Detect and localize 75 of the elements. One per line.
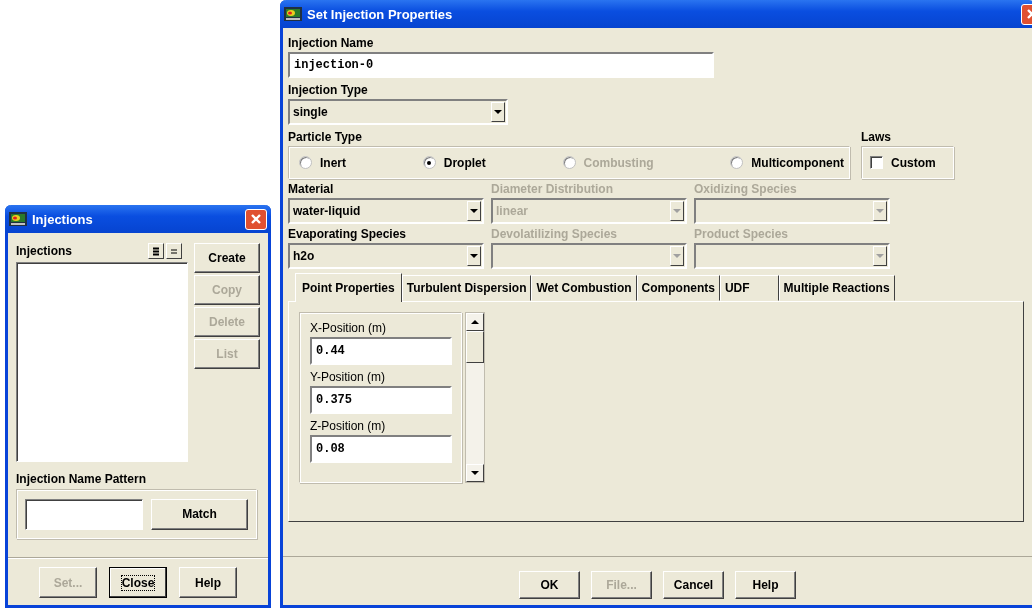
position-input[interactable]: 0.44 xyxy=(310,337,452,365)
dropdown-arrow-button[interactable] xyxy=(670,246,684,266)
dropdown[interactable] xyxy=(694,198,890,224)
tab[interactable]: Components xyxy=(636,275,720,301)
select-all-icon[interactable] xyxy=(148,243,164,259)
caret-icon xyxy=(470,209,478,213)
dropdown-arrow-button[interactable] xyxy=(491,102,505,122)
window-title: Injections xyxy=(32,211,94,227)
field-label: Injection Type xyxy=(288,83,369,97)
field-label: Z-Position (m) xyxy=(310,419,387,433)
radio-option[interactable]: Inert xyxy=(299,155,346,170)
tab[interactable]: Point Properties xyxy=(295,273,402,302)
pattern-input[interactable] xyxy=(25,498,143,530)
position-input[interactable]: 0.08 xyxy=(310,435,452,463)
dropdown[interactable]: water-liquid xyxy=(288,198,484,224)
tab[interactable]: Multiple Reactions xyxy=(778,275,895,301)
match-button[interactable]: Match xyxy=(151,498,248,530)
tab[interactable]: UDF xyxy=(719,275,779,301)
app-icon xyxy=(284,7,302,21)
dropdown-arrow-button[interactable] xyxy=(467,201,481,221)
dropdown[interactable] xyxy=(694,243,890,269)
field-label: Diameter Distribution xyxy=(491,182,614,196)
field-label: X-Position (m) xyxy=(310,321,387,335)
radio-icon[interactable] xyxy=(730,156,744,169)
tab[interactable]: Wet Combustion xyxy=(531,275,637,301)
deselect-all-icon[interactable] xyxy=(166,243,182,259)
dropdown-arrow-button[interactable] xyxy=(873,246,887,266)
custom-checkbox[interactable]: Custom xyxy=(870,155,936,170)
close-button[interactable]: Close xyxy=(109,567,167,598)
field-label: Devolatilizing Species xyxy=(491,227,619,241)
help-button[interactable]: Help xyxy=(735,571,796,599)
dropdown-arrow-button[interactable] xyxy=(873,201,887,221)
app-icon xyxy=(9,212,27,226)
caret-icon xyxy=(494,110,502,114)
help-button[interactable]: Help xyxy=(179,567,237,598)
field-label: Oxidizing Species xyxy=(694,182,798,196)
injection-name-input[interactable]: injection-0 xyxy=(288,52,714,78)
field-label: Y-Position (m) xyxy=(310,370,386,384)
caret-icon xyxy=(876,254,884,258)
dropdown-arrow-button[interactable] xyxy=(670,201,684,221)
field-label: Evaporating Species xyxy=(288,227,408,241)
ok-button[interactable]: OK xyxy=(519,571,580,599)
caret-icon xyxy=(876,209,884,213)
injection-type-dropdown[interactable]: single xyxy=(288,99,508,125)
group-label: Laws xyxy=(861,130,892,144)
list-label: Injections xyxy=(16,244,72,258)
field-label: Material xyxy=(288,182,335,196)
scroll-down-button[interactable] xyxy=(466,464,484,482)
group-label: Particle Type xyxy=(288,130,363,144)
radio-option[interactable]: Droplet xyxy=(422,155,486,170)
position-input[interactable]: 0.375 xyxy=(310,386,452,414)
up-arrow-icon xyxy=(471,320,479,324)
caret-icon xyxy=(673,209,681,213)
tab[interactable]: Turbulent Dispersion xyxy=(401,275,532,301)
section-label: Injection Name Pattern xyxy=(16,472,148,486)
scroll-thumb[interactable] xyxy=(466,331,484,363)
dropdown-arrow-button[interactable] xyxy=(467,246,481,266)
close-icon xyxy=(250,213,262,225)
dropdown[interactable]: h2o xyxy=(288,243,484,269)
close-button[interactable] xyxy=(245,208,267,230)
radio-option[interactable]: Multicomponent xyxy=(730,155,844,170)
dropdown[interactable] xyxy=(491,243,687,269)
radio-icon[interactable] xyxy=(422,156,436,169)
caret-icon xyxy=(470,254,478,258)
field-label: Product Species xyxy=(694,227,790,241)
scroll-up-button[interactable] xyxy=(466,313,484,331)
caret-icon xyxy=(673,254,681,258)
injections-list[interactable] xyxy=(16,262,188,462)
cancel-button[interactable]: Cancel xyxy=(663,571,724,599)
scrollbar[interactable] xyxy=(465,312,485,483)
window-title: Set Injection Properties xyxy=(307,6,454,22)
field-label: Injection Name xyxy=(288,36,375,50)
radio-icon[interactable] xyxy=(299,156,312,169)
create-button[interactable]: Create xyxy=(194,243,260,273)
down-arrow-icon xyxy=(471,471,479,475)
